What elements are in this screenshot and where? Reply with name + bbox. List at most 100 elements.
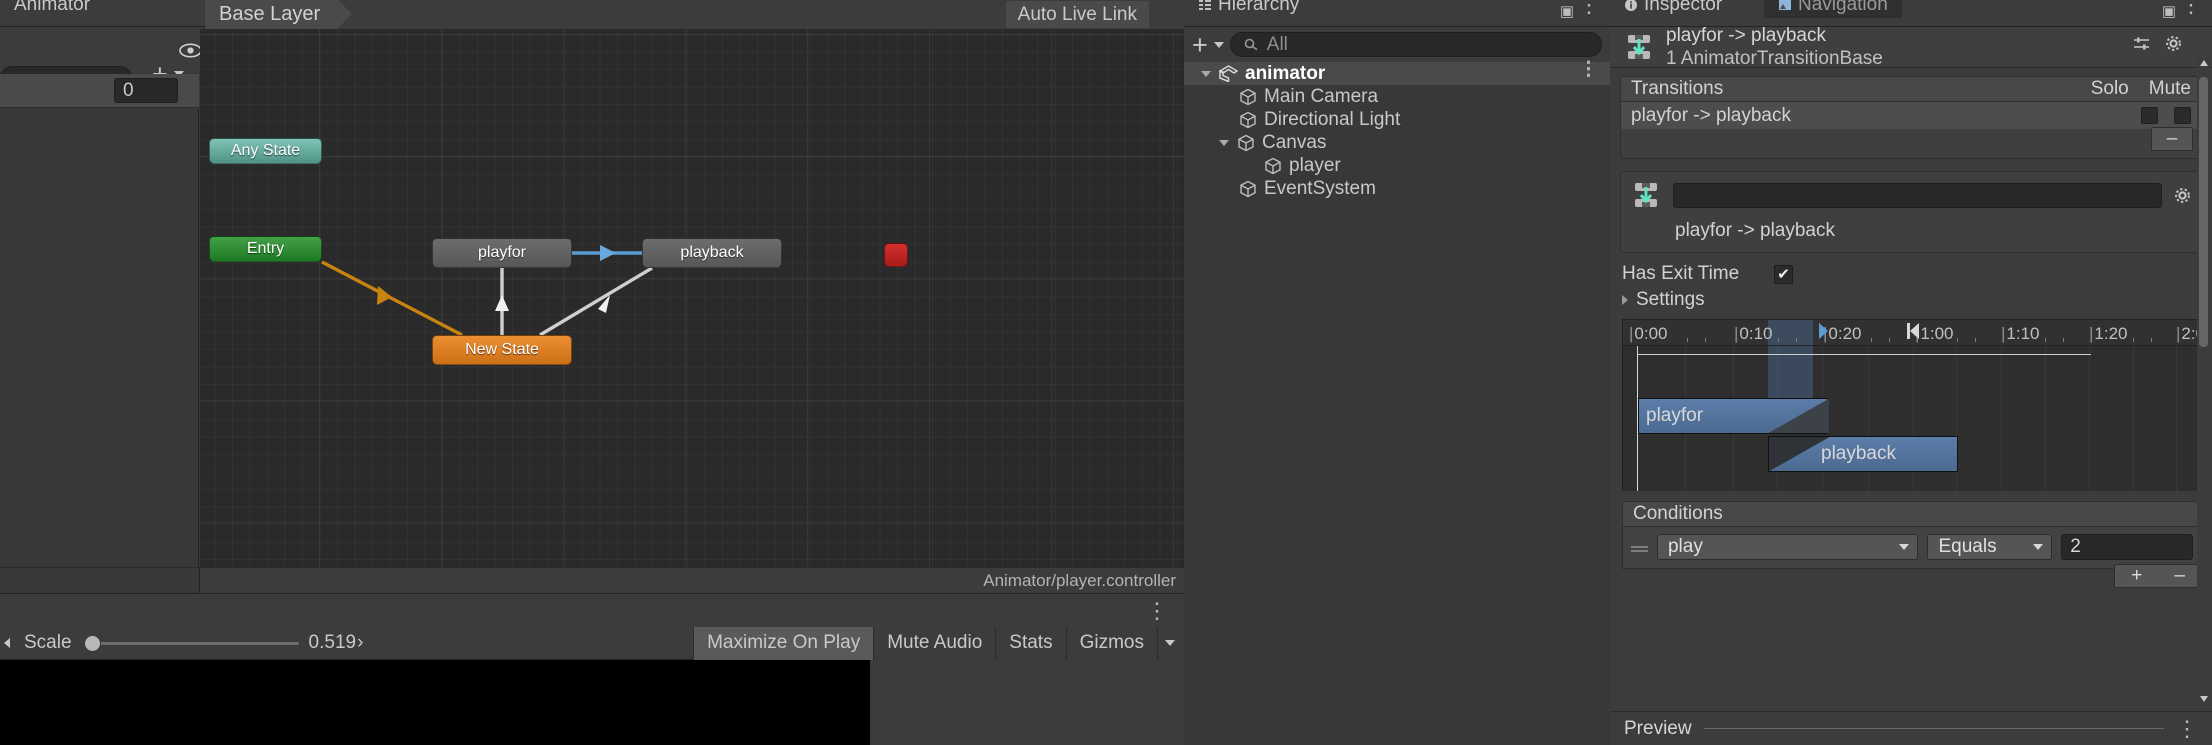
more-options-icon[interactable]: ⋮ bbox=[1146, 599, 1168, 621]
gear-icon[interactable] bbox=[2165, 35, 2182, 52]
hierarchy-item-label: Canvas bbox=[1262, 131, 1327, 153]
preset-icon[interactable] bbox=[2133, 36, 2151, 52]
lock-icon[interactable]: ▣ bbox=[1560, 2, 1574, 20]
auto-live-link-button[interactable]: Auto Live Link bbox=[1005, 1, 1149, 28]
transition-card-subtitle: playfor -> playback bbox=[1675, 220, 1835, 241]
expand-arrow-icon[interactable] bbox=[1218, 137, 1230, 149]
transition-end-bar-icon bbox=[1907, 323, 1910, 339]
chevron-down-icon[interactable] bbox=[1213, 41, 1224, 48]
breadcrumb-base-layer[interactable]: Base Layer bbox=[205, 0, 353, 29]
state-node-playback[interactable]: playback bbox=[642, 238, 782, 268]
timeline-clip-playfor[interactable]: playfor bbox=[1638, 398, 1829, 434]
hierarchy-search-input[interactable]: All bbox=[1229, 32, 1602, 57]
scale-slider[interactable] bbox=[83, 633, 299, 653]
state-node-label: Entry bbox=[246, 240, 285, 257]
mute-audio-label: Mute Audio bbox=[887, 632, 983, 653]
plus-icon[interactable]: + bbox=[1192, 31, 1208, 58]
gizmos-dropdown[interactable] bbox=[1157, 626, 1184, 660]
state-node-exit[interactable] bbox=[884, 243, 908, 267]
hierarchy-item-label: Main Camera bbox=[1264, 85, 1379, 107]
lock-icon[interactable]: ▣ bbox=[2162, 2, 2176, 20]
hierarchy-item-label: EventSystem bbox=[1264, 177, 1376, 199]
scroll-up-arrow-icon[interactable] bbox=[2200, 60, 2208, 66]
has-exit-time-row: Has Exit Time ✔ bbox=[1610, 261, 2212, 287]
transition-card-top bbox=[1631, 180, 2191, 210]
animator-state-graph[interactable]: Any State Entry playfor playback New Sta… bbox=[200, 29, 1184, 567]
scrollbar-thumb[interactable] bbox=[2199, 77, 2208, 347]
unity-editor-window: Animator + 0 Base Layer bbox=[0, 0, 2212, 745]
settings-foldout[interactable]: Settings bbox=[1610, 287, 2212, 313]
timeline-tick: 0:00 bbox=[1629, 324, 1667, 344]
condition-value-input[interactable]: 2 bbox=[2061, 534, 2193, 560]
more-options-icon[interactable]: ⋮ bbox=[2176, 717, 2198, 739]
remove-transition-button[interactable]: – bbox=[2151, 127, 2193, 151]
tab-animator-label: Animator bbox=[14, 0, 91, 15]
controller-path-label: Animator/player.controller bbox=[983, 570, 1176, 590]
transitions-list-footer: – bbox=[1620, 127, 2202, 159]
transition-end-marker-icon[interactable] bbox=[1910, 323, 1919, 339]
transition-timeline[interactable]: 0:00 0:10 0:20 1:00 1:10 1:20 2:0 bbox=[1622, 319, 2202, 491]
timeline-body[interactable]: playfor playback bbox=[1623, 346, 2201, 491]
more-options-icon[interactable]: ⋮ bbox=[1579, 60, 1598, 79]
expand-arrow-icon[interactable] bbox=[1200, 68, 1212, 80]
scroll-down-arrow-icon[interactable] bbox=[2200, 696, 2208, 702]
remove-condition-button[interactable]: – bbox=[2174, 565, 2185, 587]
add-condition-button[interactable]: + bbox=[2131, 565, 2142, 587]
chevron-left-icon[interactable] bbox=[4, 638, 10, 648]
hierarchy-tree[interactable]: animator ⋮ Main Camera Directional Light bbox=[1184, 60, 1610, 745]
hierarchy-item-main-camera[interactable]: Main Camera bbox=[1184, 85, 1610, 108]
hierarchy-item-directional-light[interactable]: Directional Light bbox=[1184, 108, 1610, 131]
timeline-ruler[interactable]: 0:00 0:10 0:20 1:00 1:10 1:20 2:0 bbox=[1623, 320, 2201, 346]
preview-divider bbox=[1703, 728, 2164, 729]
hierarchy-tabbar: Hierarchy ⋮ ▣ bbox=[1184, 0, 1610, 27]
tab-navigation[interactable]: Navigation bbox=[1764, 0, 1902, 18]
hierarchy-item-label: animator bbox=[1245, 62, 1326, 84]
condition-parameter-value: play bbox=[1667, 536, 1703, 557]
layer-weight-field[interactable]: 0 bbox=[114, 78, 178, 103]
more-options-icon[interactable]: ⋮ bbox=[1578, 0, 1600, 16]
timeline-clip-label: playfor bbox=[1646, 405, 1704, 426]
mute-audio-button[interactable]: Mute Audio bbox=[873, 626, 996, 660]
solo-checkbox[interactable] bbox=[2141, 107, 2158, 124]
preview-section: Preview ⋮ bbox=[1610, 711, 2212, 745]
hierarchy-item-animator[interactable]: animator ⋮ bbox=[1184, 60, 1610, 85]
gizmos-button[interactable]: Gizmos bbox=[1065, 626, 1157, 660]
animator-window: Animator + 0 Base Layer bbox=[0, 0, 1184, 745]
chevron-right-icon: › bbox=[357, 632, 364, 653]
eye-icon[interactable] bbox=[178, 42, 202, 58]
has-exit-time-checkbox[interactable]: ✔ bbox=[1774, 264, 1793, 284]
more-options-icon[interactable]: ⋮ bbox=[2180, 0, 2202, 16]
condition-row: play Equals 2 bbox=[1631, 534, 2193, 560]
condition-comparison-dropdown[interactable]: Equals bbox=[1927, 534, 2053, 560]
timeline-clip-label: playback bbox=[1821, 443, 1896, 464]
transition-list-row[interactable]: playfor -> playback bbox=[1620, 102, 2202, 129]
condition-parameter-dropdown[interactable]: play bbox=[1656, 534, 1919, 560]
condition-comparison-value: Equals bbox=[1938, 536, 1997, 557]
hierarchy-item-canvas[interactable]: Canvas bbox=[1184, 131, 1610, 154]
scale-slider-knob[interactable] bbox=[83, 634, 101, 652]
timeline-tick: 1:20 bbox=[2089, 324, 2127, 344]
inspector-tabbar: Inspector Navigation ▣ ⋮ bbox=[1610, 0, 2212, 27]
inspector-scrollbar[interactable] bbox=[2197, 57, 2210, 705]
transition-name-input[interactable] bbox=[1673, 182, 2162, 208]
state-node-new-state[interactable]: New State bbox=[432, 335, 572, 365]
gear-icon[interactable] bbox=[2174, 187, 2191, 204]
tab-hierarchy-label: Hierarchy bbox=[1218, 0, 1300, 15]
mute-checkbox[interactable] bbox=[2174, 107, 2191, 124]
tab-hierarchy[interactable]: Hierarchy bbox=[1184, 0, 1314, 18]
drag-handle-icon[interactable] bbox=[1631, 546, 1648, 548]
state-node-playfor[interactable]: playfor bbox=[432, 238, 572, 268]
hierarchy-item-player[interactable]: player bbox=[1184, 154, 1610, 177]
transition-start-marker-icon[interactable] bbox=[1819, 323, 1828, 339]
state-node-entry[interactable]: Entry bbox=[209, 236, 322, 262]
stats-button[interactable]: Stats bbox=[995, 626, 1066, 660]
tab-animator[interactable]: Animator bbox=[0, 0, 105, 18]
state-node-label: playback bbox=[680, 244, 744, 261]
timeline-tick: 0:10 bbox=[1734, 324, 1772, 344]
hierarchy-item-eventsystem[interactable]: EventSystem bbox=[1184, 177, 1610, 200]
tab-inspector[interactable]: Inspector bbox=[1610, 0, 1737, 18]
maximize-on-play-button[interactable]: Maximize On Play bbox=[693, 626, 874, 660]
checkmark-icon: ✔ bbox=[1777, 265, 1790, 283]
timeline-clip-playback[interactable]: playback bbox=[1768, 436, 1958, 472]
state-node-any-state[interactable]: Any State bbox=[209, 138, 322, 164]
